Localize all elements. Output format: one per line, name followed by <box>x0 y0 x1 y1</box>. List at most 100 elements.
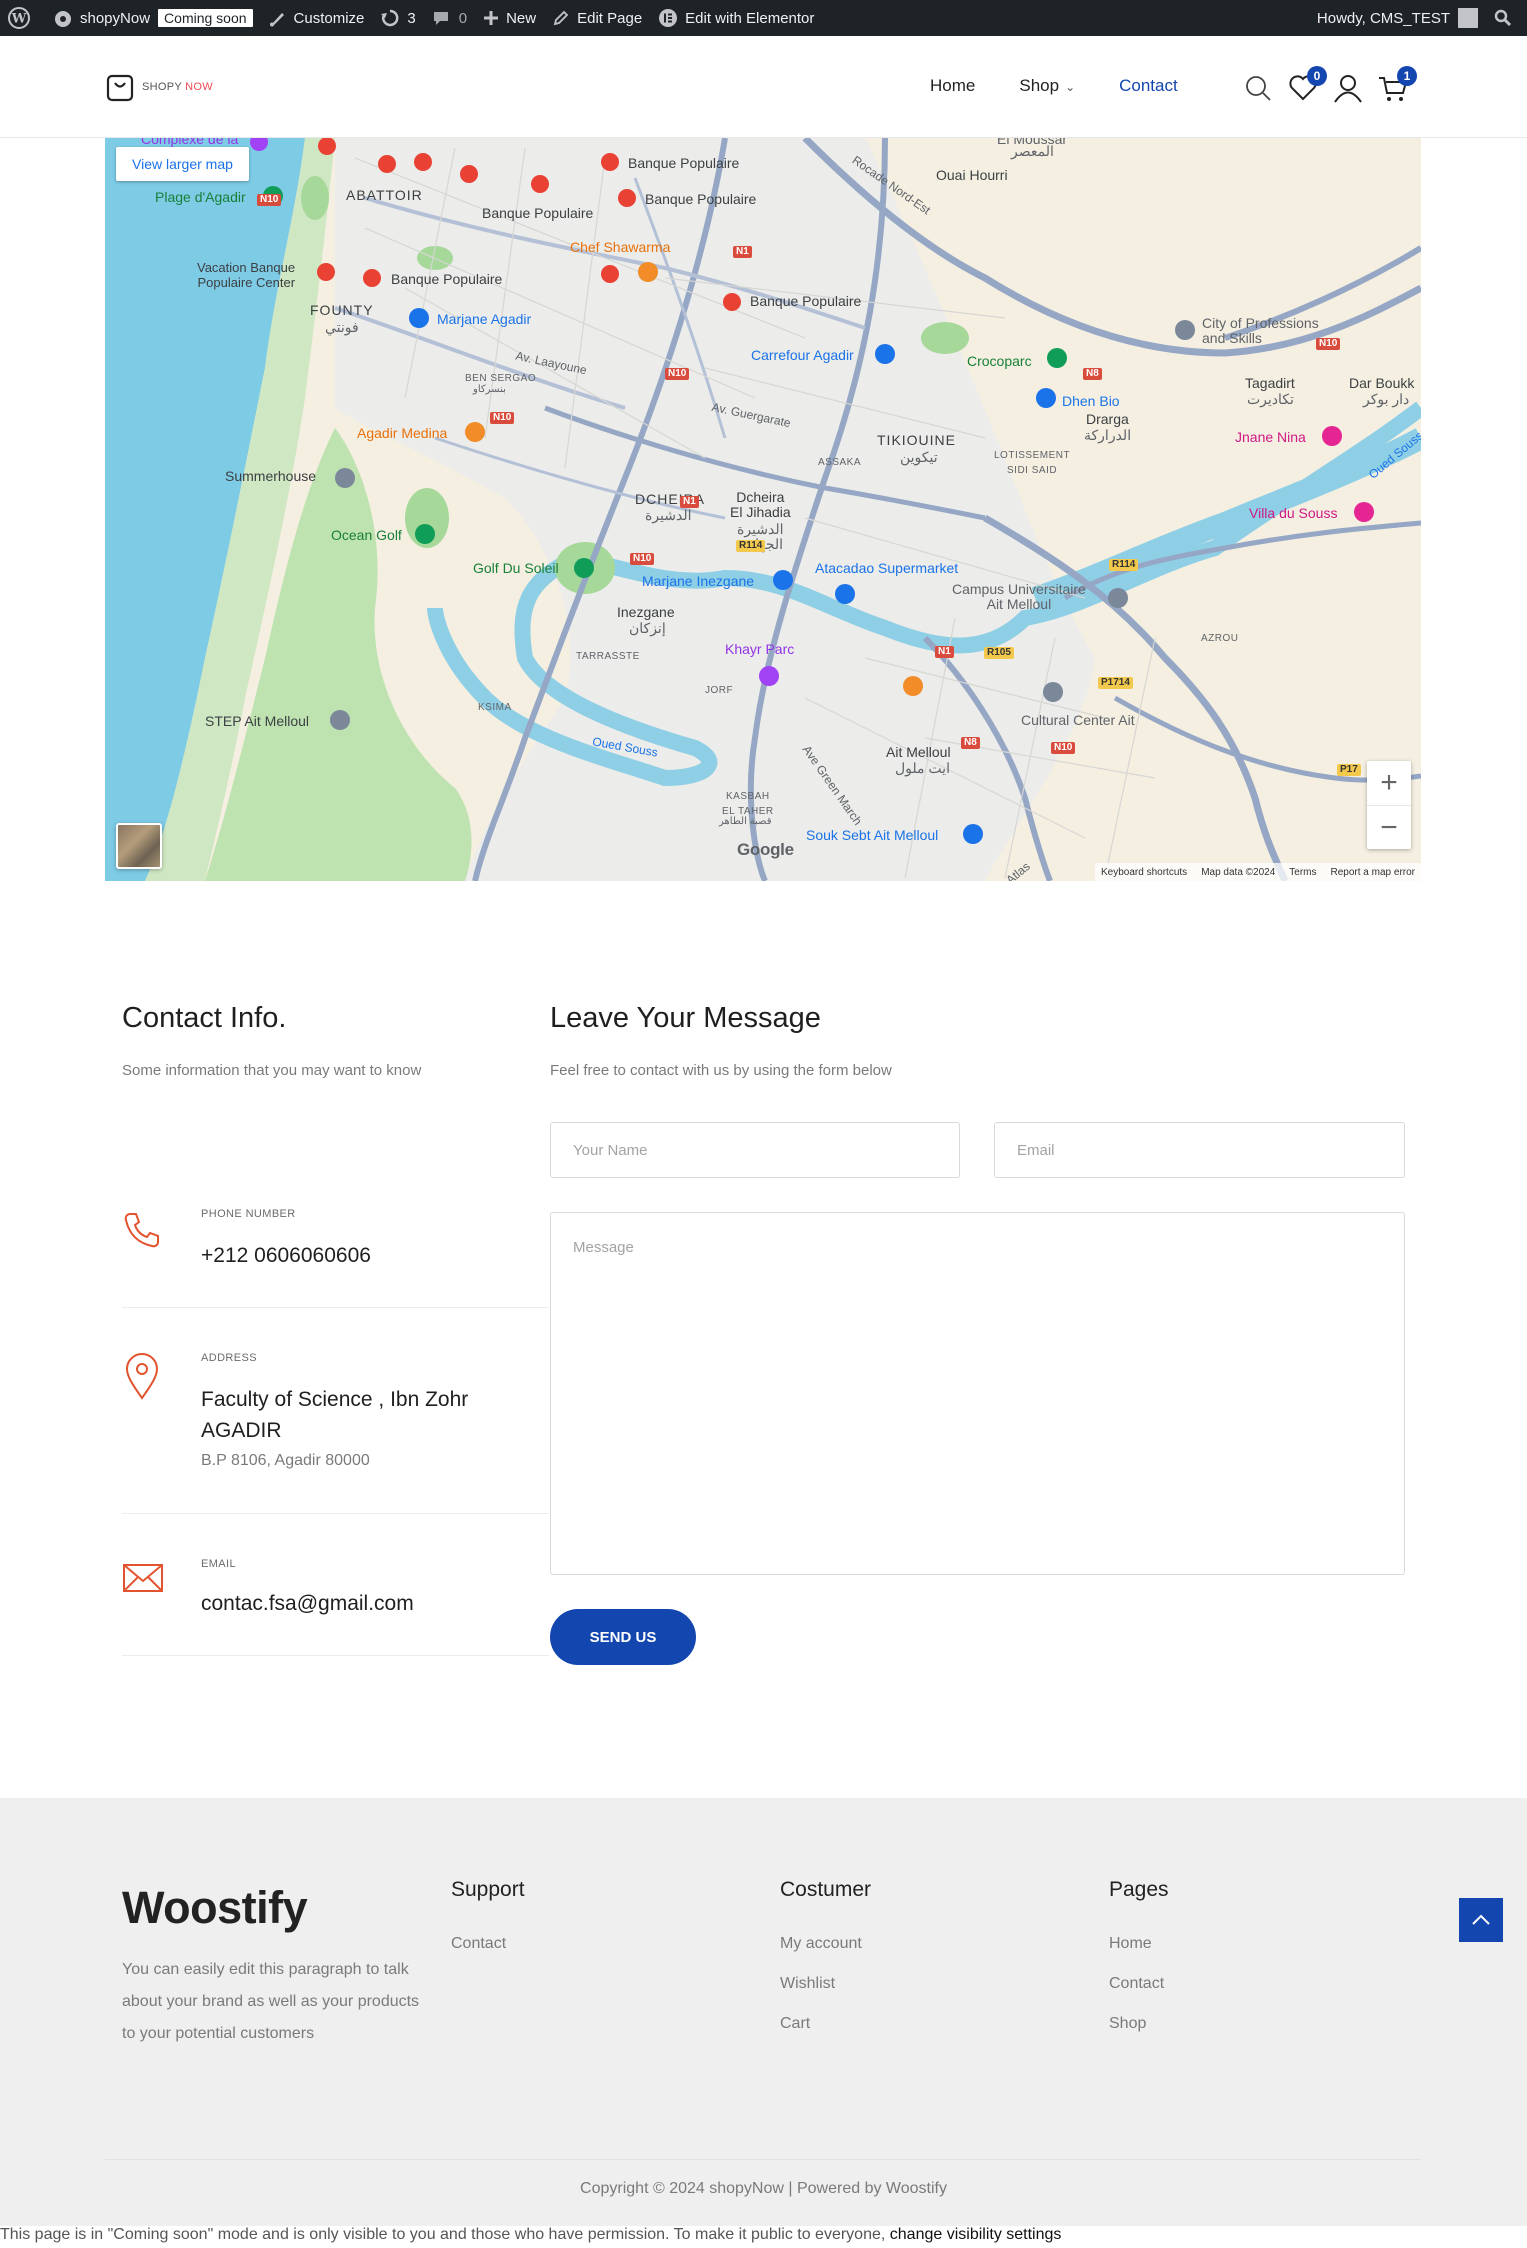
zoom-in-button[interactable]: + <box>1367 761 1411 805</box>
contact-info-title: Contact Info. <box>122 1002 287 1034</box>
scroll-to-top-button[interactable] <box>1459 1898 1503 1942</box>
footer-pages-column: Pages Home Contact Shop <box>1109 1878 1169 2044</box>
wordpress-logo-icon[interactable]: W <box>0 0 45 36</box>
updates-link[interactable]: 3 <box>372 0 423 36</box>
site-name-menu[interactable]: shopyNow Coming soon <box>45 0 261 36</box>
footer-link-contact[interactable]: Contact <box>451 1924 525 1964</box>
road-shield: N1 <box>680 496 699 508</box>
road-shield: R114 <box>1109 559 1139 571</box>
footer-link-shop[interactable]: Shop <box>1109 2004 1169 2044</box>
edit-page-link[interactable]: Edit Page <box>544 0 650 36</box>
footer-description: You can easily edit this paragraph to ta… <box>122 1961 420 2042</box>
edit-elementor-link[interactable]: Edit with Elementor <box>650 0 822 36</box>
google-map[interactable]: View larger map Complexe de la El Moussa… <box>105 138 1421 881</box>
comments-link[interactable]: 0 <box>424 0 475 36</box>
edit-page-label: Edit Page <box>577 9 643 27</box>
footer-support-column: Support Contact <box>451 1878 525 1964</box>
road-shield: N10 <box>1316 338 1341 350</box>
message-textarea[interactable] <box>550 1212 1405 1575</box>
new-content-link[interactable]: New <box>475 0 544 36</box>
road-shield: N1 <box>935 646 954 658</box>
address-label: ADDRESS <box>201 1352 257 1364</box>
chevron-up-icon <box>1472 1914 1490 1925</box>
map-markers <box>250 138 1374 844</box>
road-shield: R114 <box>736 540 766 552</box>
envelope-icon <box>123 1564 163 1592</box>
howdy-label: Howdy, CMS_TEST <box>1316 9 1450 27</box>
golf-marker-icon <box>263 186 1067 578</box>
my-account-menu[interactable]: Howdy, CMS_TEST <box>1309 0 1486 36</box>
site-logo[interactable]: SHOPY NOW <box>106 72 213 102</box>
email-info: EMAIL contac.fsa@gmail.com <box>122 1554 549 1656</box>
coming-soon-notice: This page is in "Coming soon" mode and i… <box>0 2224 1527 2248</box>
nav-contact[interactable]: Contact <box>1119 76 1178 96</box>
message-form-title: Leave Your Message <box>550 1002 821 1034</box>
footer-link-wishlist[interactable]: Wishlist <box>780 1964 871 2004</box>
email-label: EMAIL <box>201 1558 237 1570</box>
elementor-icon <box>659 9 678 27</box>
zoom-out-button[interactable]: − <box>1367 805 1411 849</box>
brush-icon <box>269 13 284 27</box>
satellite-layer-toggle[interactable] <box>116 823 162 869</box>
new-label: New <box>506 9 537 27</box>
plus-icon <box>484 11 499 25</box>
copyright-text: Copyright © 2024 shopyNow | Powered by W… <box>580 2180 947 2197</box>
admin-search-icon[interactable] <box>1486 0 1527 36</box>
updates-count: 3 <box>407 9 416 27</box>
name-input[interactable] <box>550 1122 960 1178</box>
account-icon[interactable] <box>1330 70 1366 106</box>
road-shield: R105 <box>984 647 1014 659</box>
dashboard-icon <box>55 11 71 27</box>
restaurant-marker-icon <box>465 262 923 696</box>
wishlist-count-badge: 0 <box>1307 66 1327 86</box>
cart-count-badge: 1 <box>1397 66 1417 86</box>
location-pin-icon <box>125 1353 159 1400</box>
road-shield: N8 <box>1083 368 1102 380</box>
email-input[interactable] <box>994 1122 1405 1178</box>
road-shield: N8 <box>961 737 980 749</box>
chevron-down-icon: ⌄ <box>1065 80 1076 94</box>
address-value: Faculty of Science , Ibn Zohr AGADIR <box>201 1388 469 1442</box>
footer-brand: Woostify <box>122 1882 308 1933</box>
footer-link-home[interactable]: Home <box>1109 1924 1169 1964</box>
nav-home[interactable]: Home <box>930 76 975 96</box>
terms-link[interactable]: Terms <box>1289 867 1316 878</box>
road-shield: P1714 <box>1098 677 1133 689</box>
admin-bar: W shopyNow Coming soon Customize 3 0 New… <box>0 0 1527 36</box>
site-footer: Woostify You can easily edit this paragr… <box>0 1798 1527 2226</box>
zoom-control: + − <box>1367 761 1411 849</box>
search-icon[interactable] <box>1240 70 1276 106</box>
avatar <box>1458 8 1478 28</box>
footer-customer-title: Costumer <box>780 1878 872 1901</box>
notice-text: This page is in "Coming soon" mode and i… <box>0 2226 890 2243</box>
keyboard-shortcuts-link[interactable]: Keyboard shortcuts <box>1101 867 1187 878</box>
road-shield: N10 <box>257 194 282 206</box>
shopping-bag-icon <box>106 74 134 102</box>
nav-shop[interactable]: Shop ⌄ <box>1019 76 1075 96</box>
cart-button[interactable]: 1 <box>1375 66 1417 106</box>
customize-label: Customize <box>293 9 365 27</box>
visibility-settings-link[interactable]: change visibility settings <box>890 2226 1062 2243</box>
footer-pages-title: Pages <box>1109 1878 1169 1901</box>
footer-support-title: Support <box>451 1878 525 1901</box>
wishlist-button[interactable]: 0 <box>1285 66 1327 106</box>
footer-link-my-account[interactable]: My account <box>780 1924 871 1964</box>
footer-customer-column: Costumer My account Wishlist Cart <box>780 1878 871 2044</box>
coming-soon-badge: Coming soon <box>158 9 253 27</box>
road-shield: N10 <box>630 553 655 565</box>
phone-info: PHONE NUMBER +212 0606060606 <box>122 1200 549 1308</box>
comment-icon <box>433 12 448 25</box>
road-shield: N10 <box>665 368 690 380</box>
customize-link[interactable]: Customize <box>261 0 373 36</box>
send-button[interactable]: SEND US <box>550 1609 696 1665</box>
address-info: ADDRESS Faculty of Science , Ibn Zohr AG… <box>122 1344 549 1514</box>
message-form-subtitle: Feel free to contact with us by using th… <box>550 1062 892 1079</box>
road-shield: N10 <box>490 412 515 424</box>
email-value: contac.fsa@gmail.com <box>201 1592 414 1615</box>
report-error-link[interactable]: Report a map error <box>1331 867 1415 878</box>
pencil-icon <box>553 10 569 26</box>
main-nav: Home Shop ⌄ Contact <box>930 76 1178 96</box>
footer-link-cart[interactable]: Cart <box>780 2004 871 2044</box>
hotel-marker-icon <box>1322 426 1374 522</box>
footer-link-contact[interactable]: Contact <box>1109 1964 1169 2004</box>
